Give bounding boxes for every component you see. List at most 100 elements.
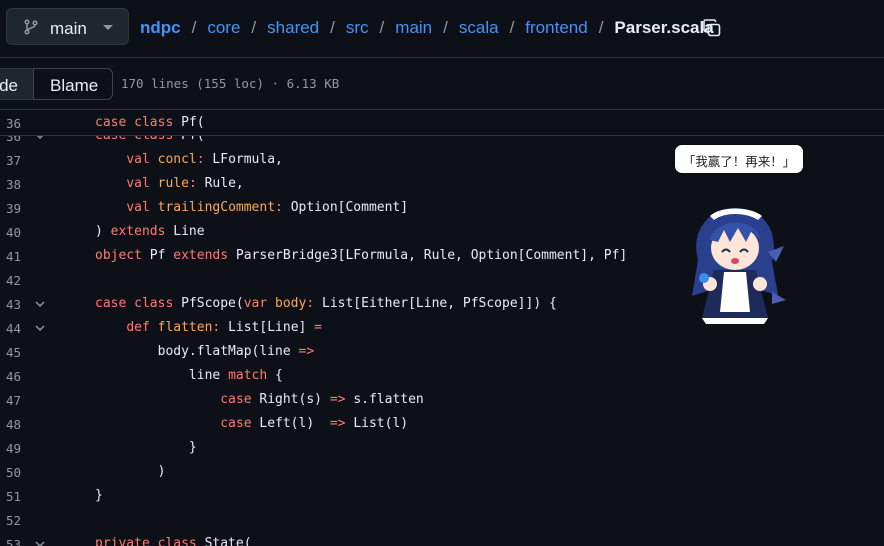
code-line-text: object Pf extends ParserBridge3[LFormula… — [95, 248, 627, 263]
code-token: : — [196, 152, 213, 167]
code-line-text: val rule: Rule, — [95, 176, 244, 191]
line-number[interactable]: 46 — [0, 369, 21, 384]
code-token: } — [95, 488, 103, 503]
code-line-text: case Right(s) => s.flatten — [95, 392, 424, 407]
code-token: case class — [95, 115, 182, 130]
line-number[interactable]: 51 — [0, 489, 21, 504]
line-number[interactable]: 50 — [0, 465, 21, 480]
branch-selector[interactable]: main — [6, 8, 129, 45]
line-number[interactable]: 47 — [0, 393, 21, 408]
code-token: val — [126, 176, 158, 191]
breadcrumb-src[interactable]: src — [346, 18, 369, 37]
code-line: 46 line match { — [0, 364, 884, 388]
code-line: 38 val rule: Rule, — [0, 172, 884, 196]
code-token: : — [306, 296, 322, 311]
breadcrumb-repo[interactable]: ndpc — [140, 18, 181, 37]
code-token: ) — [95, 224, 111, 239]
breadcrumb-frontend[interactable]: frontend — [525, 18, 587, 37]
code-token: Left(l) — [259, 416, 330, 431]
code-line: 52 — [0, 508, 884, 532]
code-token: match — [228, 368, 276, 383]
breadcrumb-separator: / — [191, 18, 197, 37]
breadcrumb-core[interactable]: core — [207, 18, 240, 37]
line-number: 36 — [5, 116, 21, 131]
git-branch-icon — [24, 19, 38, 35]
code-token: flatten — [157, 320, 213, 335]
line-number[interactable]: 39 — [0, 201, 21, 216]
chevron-down-icon — [103, 25, 113, 30]
code-token: Pf — [149, 248, 174, 263]
file-name: Parser.scala — [614, 18, 714, 37]
code-token: val — [126, 152, 158, 167]
code-token: => — [329, 392, 354, 407]
code-line-text: ) — [95, 464, 166, 479]
code-line-text: val trailingComment: Option[Comment] — [95, 200, 408, 215]
code-line-text: private class State( — [95, 536, 252, 546]
line-number[interactable]: 44 — [0, 321, 21, 336]
code-token: case class — [95, 296, 182, 311]
code-token: line — [95, 368, 229, 383]
line-number[interactable]: 42 — [0, 273, 21, 288]
file-toolbar: de Blame 170 lines (155 loc) · 6.13 KB — [0, 57, 884, 110]
tab-code[interactable]: de — [0, 68, 34, 100]
code-line-text: body.flatMap(line => — [95, 344, 315, 359]
code-line-text: } — [95, 488, 103, 503]
file-meta: 170 lines (155 loc) · 6.13 KB — [121, 76, 340, 91]
line-number[interactable]: 49 — [0, 441, 21, 456]
code-token: var — [243, 296, 276, 311]
code-token: private class — [95, 536, 205, 546]
breadcrumb-separator: / — [598, 18, 604, 37]
code-line-text: case class PfScope(var body: List[Either… — [95, 296, 557, 311]
code-token: => — [298, 344, 315, 359]
code-token: Line — [173, 224, 205, 239]
tab-blame[interactable]: Blame — [33, 68, 113, 100]
code-line: 47 case Right(s) => s.flatten — [0, 388, 884, 412]
line-number[interactable]: 38 — [0, 177, 21, 192]
breadcrumb-separator: / — [509, 18, 515, 37]
tab-blame-label: Blame — [50, 76, 99, 95]
tab-code-label: de — [0, 76, 18, 95]
code-token: : — [275, 200, 291, 215]
code-line-text: case Left(l) => List(l) — [95, 416, 408, 431]
code-line-text: ) extends Line — [95, 224, 205, 239]
line-number[interactable]: 40 — [0, 225, 21, 240]
line-number[interactable]: 53 — [0, 537, 21, 546]
code-token: Right(s) — [259, 392, 330, 407]
copy-path-icon[interactable] — [702, 18, 722, 38]
breadcrumb-shared[interactable]: shared — [267, 18, 319, 37]
code-line: 49 } — [0, 436, 884, 460]
line-number[interactable]: 43 — [0, 297, 21, 312]
breadcrumb-main[interactable]: main — [395, 18, 432, 37]
line-number[interactable]: 52 — [0, 513, 21, 528]
file-header: main ndpc / core / shared / src / main / scala / fro… — [0, 0, 884, 57]
sticky-header-line: 36 case class Pf( — [0, 111, 884, 136]
code-token: s.flatten — [353, 392, 424, 407]
code-token: case — [220, 416, 260, 431]
breadcrumb: ndpc / core / shared / src / main / scala / frontend… — [140, 18, 714, 40]
code-line: 48 case Left(l) => List(l) — [0, 412, 884, 436]
line-number[interactable]: 48 — [0, 417, 21, 432]
line-number[interactable]: 41 — [0, 249, 21, 264]
code-line: 45 body.flatMap(line => — [0, 340, 884, 364]
code-token: Rule, — [204, 176, 244, 191]
code-token: extends — [110, 224, 174, 239]
code-token: concl — [157, 152, 197, 167]
mascot-character-image[interactable] — [680, 200, 790, 330]
code-token: => — [329, 416, 354, 431]
line-number[interactable]: 37 — [0, 153, 21, 168]
breadcrumb-separator: / — [379, 18, 385, 37]
code-token: trailingComment — [157, 200, 276, 215]
chevron-down-icon[interactable] — [34, 538, 46, 546]
code-token: State( — [204, 536, 252, 546]
chevron-down-icon[interactable] — [34, 322, 46, 334]
code-line: 51} — [0, 484, 884, 508]
chevron-down-icon[interactable] — [34, 298, 46, 310]
line-number[interactable]: 45 — [0, 345, 21, 360]
code-token: val — [126, 200, 158, 215]
breadcrumb-scala[interactable]: scala — [459, 18, 499, 37]
code-line-text: def flatten: List[Line] = — [95, 320, 322, 335]
code-token: : — [188, 176, 205, 191]
